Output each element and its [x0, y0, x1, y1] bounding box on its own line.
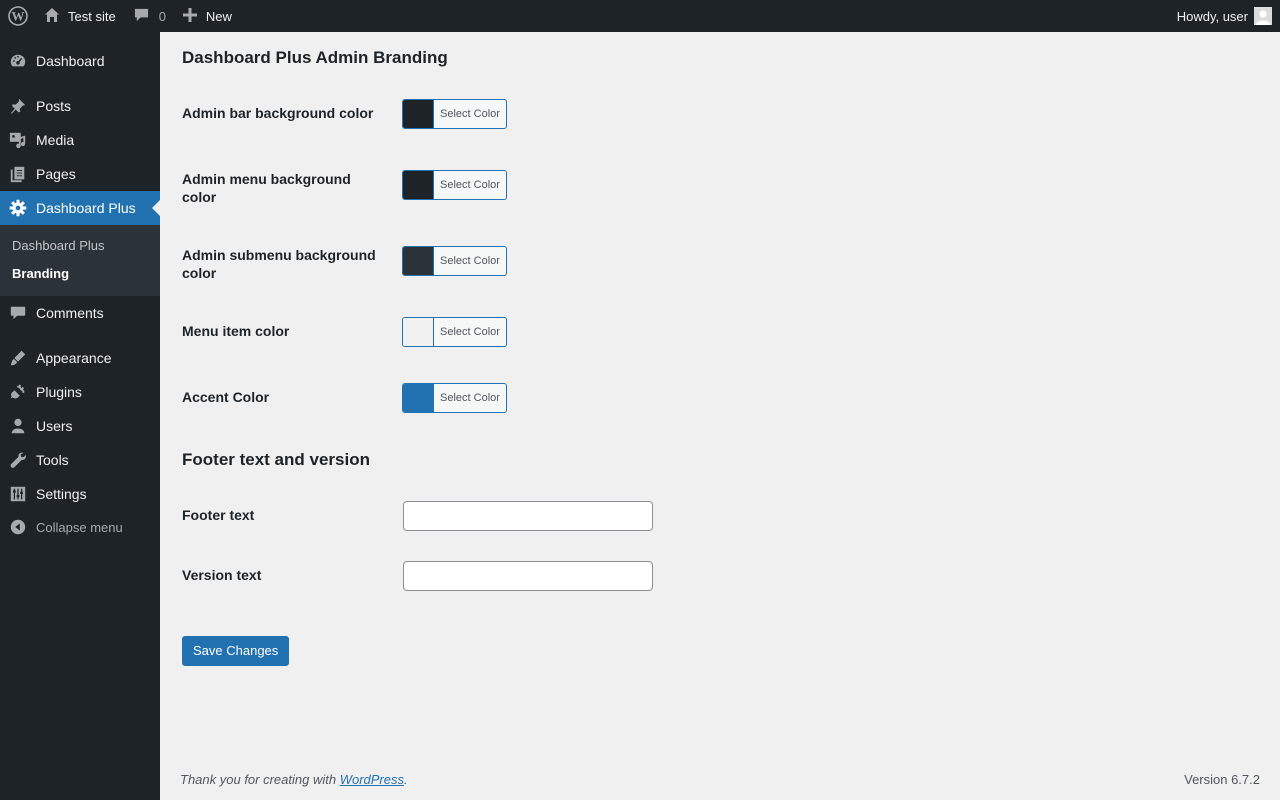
- version-info: Version 6.7.2: [1184, 772, 1260, 787]
- comment-icon: [134, 7, 149, 25]
- home-icon: [44, 7, 60, 26]
- user-icon: [0, 417, 36, 435]
- sidebar-item-label: Plugins: [36, 384, 82, 400]
- submenu-item-branding[interactable]: Branding: [12, 266, 69, 281]
- brush-icon: [0, 349, 36, 367]
- select-color-label: Select Color: [440, 108, 500, 120]
- sidebar-item-settings[interactable]: Settings: [0, 477, 160, 511]
- pages-icon: [0, 165, 36, 183]
- sidebar-item-label: Appearance: [36, 350, 112, 366]
- select-color-label: Select Color: [440, 326, 500, 338]
- admin-menu-color-label: Admin menu background color: [182, 171, 351, 205]
- sidebar-item-label: Dashboard: [36, 53, 105, 69]
- admin-submenu-color-picker[interactable]: Select Color: [402, 246, 507, 276]
- main-content: Dashboard Plus Admin Branding Admin bar …: [160, 32, 1280, 800]
- admin-bar-color-label: Admin bar background color: [182, 105, 374, 121]
- color-swatch: [403, 100, 434, 128]
- sidebar-item-media[interactable]: Media: [0, 123, 160, 157]
- site-name-link[interactable]: Test site: [35, 0, 116, 32]
- footer-text-label: Footer text: [182, 507, 255, 523]
- footer-thanks-suffix: .: [404, 772, 408, 787]
- sidebar-item-label: Media: [36, 132, 75, 148]
- color-swatch: [403, 384, 434, 412]
- footer-thanks-prefix: Thank you for creating with: [180, 772, 340, 787]
- accent-color-picker[interactable]: Select Color: [402, 383, 507, 413]
- sidebar-item-posts[interactable]: Posts: [0, 89, 160, 123]
- menu-item-color-label: Menu item color: [182, 323, 290, 339]
- sidebar-item-dashboard[interactable]: Dashboard: [0, 44, 160, 78]
- wrench-icon: [0, 451, 36, 469]
- sidebar-item-appearance[interactable]: Appearance: [0, 341, 160, 375]
- submenu-item-dashboard-plus[interactable]: Dashboard Plus: [12, 238, 105, 253]
- footer-text-input[interactable]: [403, 501, 653, 531]
- color-swatch: [403, 247, 434, 275]
- sidebar-item-label: Users: [36, 418, 73, 434]
- sidebar-item-label: Tools: [36, 452, 69, 468]
- page-title: Dashboard Plus Admin Branding: [182, 48, 448, 67]
- admin-menu: Dashboard Posts Media Pages Dashboard Pl…: [0, 32, 160, 800]
- admin-bar: W Test site 0 New Howdy, user: [0, 0, 1280, 32]
- wordpress-logo-icon[interactable]: W: [0, 0, 35, 32]
- settings-icon: [0, 485, 36, 503]
- submenu: Dashboard Plus Branding: [0, 225, 160, 296]
- footer-thanks: Thank you for creating with WordPress.: [180, 772, 408, 787]
- sidebar-item-comments[interactable]: Comments: [0, 296, 160, 330]
- plugin-icon: [0, 383, 36, 401]
- sidebar-item-users[interactable]: Users: [0, 409, 160, 443]
- howdy-text: Howdy, user: [1176, 8, 1248, 24]
- sidebar-item-label: Posts: [36, 98, 72, 114]
- color-swatch: [403, 171, 434, 199]
- sidebar-item-dashboard-plus[interactable]: Dashboard Plus: [0, 191, 160, 225]
- media-icon: [0, 131, 36, 149]
- dashboard-icon: [0, 52, 36, 70]
- comments-link[interactable]: 0: [116, 0, 166, 32]
- comments-count: 0: [158, 8, 166, 24]
- collapse-icon: [0, 518, 36, 536]
- new-content-link[interactable]: New: [166, 0, 232, 32]
- select-color-label: Select Color: [440, 392, 500, 404]
- sidebar-item-label: Pages: [36, 166, 76, 182]
- wordpress-link[interactable]: WordPress: [340, 772, 404, 787]
- collapse-menu-label: Collapse menu: [36, 519, 123, 535]
- sidebar-item-tools[interactable]: Tools: [0, 443, 160, 477]
- version-text-input[interactable]: [403, 561, 653, 591]
- admin-menu-color-picker[interactable]: Select Color: [402, 170, 507, 200]
- new-label: New: [205, 8, 232, 24]
- sidebar-item-label: Dashboard Plus: [36, 200, 136, 216]
- save-changes-button[interactable]: Save Changes: [182, 636, 290, 666]
- svg-text:W: W: [12, 9, 25, 24]
- avatar: [1254, 7, 1272, 25]
- menu-item-color-picker[interactable]: Select Color: [402, 317, 507, 347]
- select-color-label: Select Color: [440, 179, 500, 191]
- sidebar-item-plugins[interactable]: Plugins: [0, 375, 160, 409]
- accent-color-label: Accent Color: [182, 389, 270, 405]
- version-text-label: Version text: [182, 567, 262, 583]
- sidebar-item-label: Settings: [36, 486, 87, 502]
- plus-icon: [182, 7, 197, 25]
- pin-icon: [0, 97, 36, 115]
- sidebar-item-label: Comments: [36, 305, 104, 321]
- collapse-menu-button[interactable]: Collapse menu: [0, 510, 160, 544]
- color-swatch: [403, 318, 434, 346]
- admin-bar-color-picker[interactable]: Select Color: [402, 99, 507, 129]
- account-menu[interactable]: Howdy, user: [1177, 0, 1280, 32]
- sidebar-item-pages[interactable]: Pages: [0, 157, 160, 191]
- footer-section-title: Footer text and version: [182, 450, 370, 469]
- gear-icon: [0, 199, 36, 217]
- site-name: Test site: [68, 8, 116, 24]
- admin-submenu-color-label: Admin submenu background color: [182, 247, 376, 281]
- select-color-label: Select Color: [440, 255, 500, 267]
- comment-icon: [0, 304, 36, 322]
